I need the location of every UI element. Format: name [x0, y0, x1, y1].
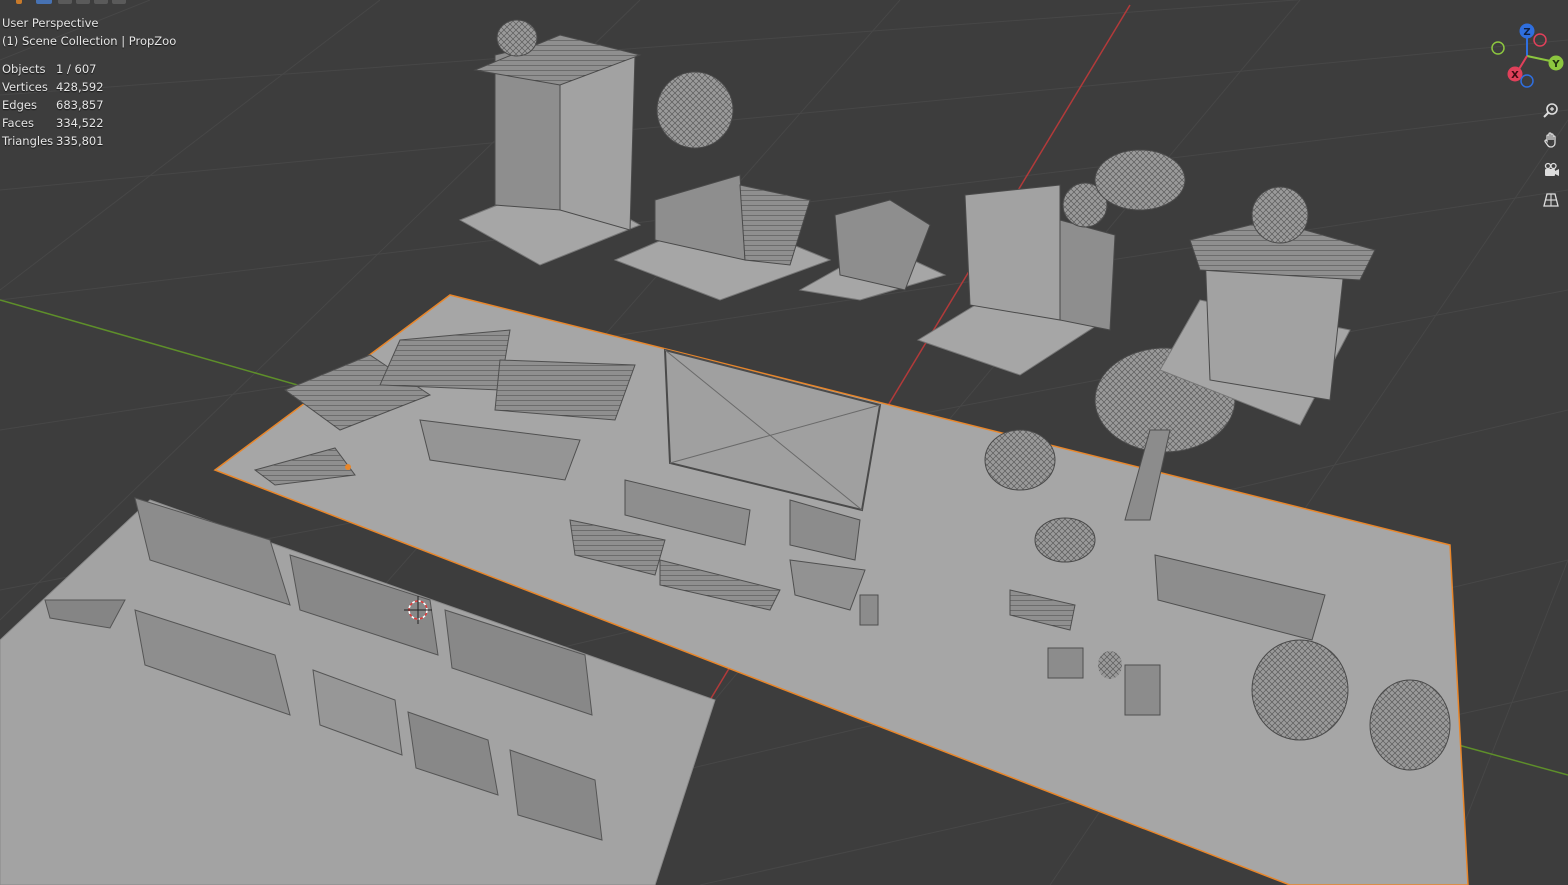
stat-row: Objects 1 / 607 — [2, 60, 176, 78]
header-toolbar-strip — [0, 0, 140, 5]
zoom-icon — [1543, 103, 1558, 118]
gizmo-neg-x-icon[interactable] — [1533, 33, 1547, 47]
header-button[interactable] — [112, 0, 126, 4]
viewport-text-overlay: User Perspective (1) Scene Collection | … — [2, 14, 176, 150]
navigation-gizmo[interactable]: Z Y X — [1491, 23, 1564, 88]
stat-value: 334,522 — [56, 116, 104, 130]
pan-button[interactable] — [1538, 127, 1564, 153]
hand-icon — [1544, 132, 1556, 148]
stat-row: Edges 683,857 — [2, 96, 176, 114]
collection-name: (1) Scene Collection | PropZoo — [2, 34, 177, 48]
gizmo-y-label: Y — [1551, 59, 1560, 70]
stat-value: 428,592 — [56, 80, 104, 94]
camera-icon — [1544, 162, 1559, 176]
header-button[interactable] — [16, 0, 22, 4]
origin-point — [345, 464, 351, 470]
ortho-toggle-button[interactable] — [1538, 187, 1564, 213]
stat-row: Triangles 335,801 — [2, 132, 176, 150]
gizmo-neg-z-icon[interactable] — [1520, 74, 1534, 88]
stat-value: 335,801 — [56, 134, 104, 148]
3d-viewport[interactable]: Z Y X — [0, 0, 1568, 885]
gizmo-x-label: X — [1511, 70, 1519, 81]
stat-value: 683,857 — [56, 98, 104, 112]
stat-label: Triangles — [2, 134, 54, 148]
header-button-active[interactable] — [36, 0, 52, 4]
header-button[interactable] — [58, 0, 72, 4]
gizmo-neg-y-icon[interactable] — [1491, 41, 1505, 55]
view-name: User Perspective — [2, 16, 99, 30]
header-button[interactable] — [76, 0, 90, 4]
stat-label: Edges — [2, 98, 37, 112]
stat-label: Objects — [2, 62, 46, 76]
grid-icon — [1543, 193, 1559, 207]
camera-view-button[interactable] — [1538, 157, 1564, 183]
header-button[interactable] — [94, 0, 108, 4]
zoom-button[interactable] — [1538, 97, 1564, 123]
stat-row: Faces 334,522 — [2, 114, 176, 132]
gizmo-z-label: Z — [1523, 27, 1530, 38]
stat-row: Vertices 428,592 — [2, 78, 176, 96]
stat-label: Faces — [2, 116, 34, 130]
stat-value: 1 / 607 — [56, 62, 97, 76]
stat-label: Vertices — [2, 80, 48, 94]
